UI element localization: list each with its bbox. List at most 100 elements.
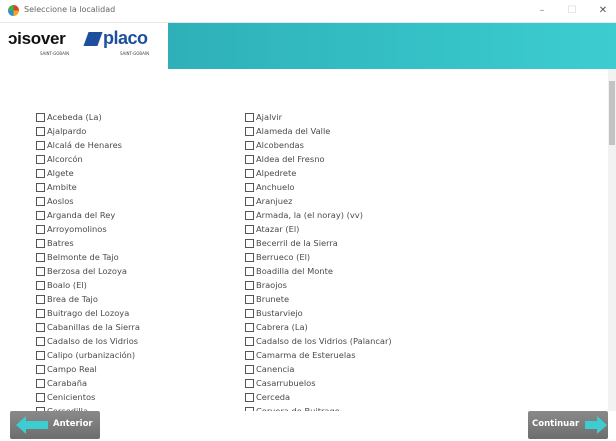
continue-button[interactable]: Continuar <box>528 411 608 439</box>
locality-option[interactable]: Acebeda (La) <box>36 110 241 124</box>
locality-checkbox[interactable] <box>245 196 254 206</box>
locality-option[interactable]: Boadilla del Monte <box>245 264 475 278</box>
locality-checkbox[interactable] <box>245 168 254 178</box>
locality-option[interactable]: Carabaña <box>36 376 241 390</box>
locality-checkbox[interactable] <box>245 308 254 318</box>
locality-option[interactable]: Atazar (El) <box>245 222 475 236</box>
locality-checkbox[interactable] <box>245 182 254 192</box>
locality-option[interactable]: Batres <box>36 236 241 250</box>
locality-option[interactable]: Calipo (urbanización) <box>36 348 241 362</box>
locality-checkbox[interactable] <box>36 266 45 276</box>
locality-option[interactable]: Canencia <box>245 362 475 376</box>
locality-option[interactable]: Casarrubuelos <box>245 376 475 390</box>
locality-option[interactable]: Ajalvir <box>245 110 475 124</box>
locality-checkbox[interactable] <box>245 266 254 276</box>
locality-checkbox[interactable] <box>245 112 254 122</box>
locality-checkbox[interactable] <box>36 168 45 178</box>
locality-checkbox[interactable] <box>36 182 45 192</box>
locality-label: Cadalso de los Vidrios (Palancar) <box>256 336 392 346</box>
locality-option[interactable]: Alpedrete <box>245 166 475 180</box>
locality-checkbox[interactable] <box>245 280 254 290</box>
locality-checkbox[interactable] <box>36 154 45 164</box>
vertical-scrollbar[interactable] <box>608 69 616 411</box>
locality-checkbox[interactable] <box>245 378 254 388</box>
locality-option[interactable]: Boalo (El) <box>36 278 241 292</box>
brand-logos: ɔisover SAINT-GOBAIN placo SAINT-GOBAIN <box>0 23 168 69</box>
locality-checkbox[interactable] <box>245 294 254 304</box>
locality-checkbox[interactable] <box>245 392 254 402</box>
locality-checkbox[interactable] <box>245 238 254 248</box>
minimize-button[interactable]: – <box>527 2 557 20</box>
locality-option[interactable]: Brea de Tajo <box>36 292 241 306</box>
locality-checkbox[interactable] <box>36 280 45 290</box>
locality-checkbox[interactable] <box>36 112 45 122</box>
locality-checkbox[interactable] <box>245 252 254 262</box>
locality-checkbox[interactable] <box>36 294 45 304</box>
locality-checkbox[interactable] <box>36 210 45 220</box>
locality-checkbox[interactable] <box>245 224 254 234</box>
locality-label: Ajalpardo <box>47 126 87 136</box>
locality-checkbox[interactable] <box>245 336 254 346</box>
locality-option[interactable]: Becerril de la Sierra <box>245 236 475 250</box>
locality-option[interactable]: Arroyomolinos <box>36 222 241 236</box>
locality-option[interactable]: Anchuelo <box>245 180 475 194</box>
locality-checkbox[interactable] <box>36 392 45 402</box>
locality-checkbox[interactable] <box>36 140 45 150</box>
locality-label: Aranjuez <box>256 196 293 206</box>
locality-checkbox[interactable] <box>36 378 45 388</box>
locality-checkbox[interactable] <box>245 126 254 136</box>
locality-option[interactable]: Algete <box>36 166 241 180</box>
locality-option[interactable]: Alcorcón <box>36 152 241 166</box>
locality-checkbox[interactable] <box>36 364 45 374</box>
locality-checkbox[interactable] <box>36 308 45 318</box>
locality-checkbox[interactable] <box>36 196 45 206</box>
locality-option[interactable]: Arganda del Rey <box>36 208 241 222</box>
locality-checkbox[interactable] <box>36 336 45 346</box>
locality-option[interactable]: Camarma de Esteruelas <box>245 348 475 362</box>
locality-option[interactable]: Cadalso de los Vidrios (Palancar) <box>245 334 475 348</box>
locality-option[interactable]: Berrueco (El) <box>245 250 475 264</box>
locality-option[interactable]: Cervera de Buitrago <box>245 404 475 411</box>
locality-checkbox[interactable] <box>36 322 45 332</box>
locality-checkbox[interactable] <box>36 224 45 234</box>
locality-option[interactable]: Alameda del Valle <box>245 124 475 138</box>
locality-checkbox[interactable] <box>36 350 45 360</box>
locality-option[interactable]: Alcobendas <box>245 138 475 152</box>
locality-label: Campo Real <box>47 364 97 374</box>
locality-checkbox[interactable] <box>36 238 45 248</box>
locality-option[interactable]: Buitrago del Lozoya <box>36 306 241 320</box>
locality-checkbox[interactable] <box>245 154 254 164</box>
locality-option[interactable]: Armada, la (el noray) (vv) <box>245 208 475 222</box>
locality-option[interactable]: Cenicientos <box>36 390 241 404</box>
locality-checkbox[interactable] <box>245 322 254 332</box>
close-button[interactable]: ✕ <box>588 2 616 20</box>
locality-option[interactable]: Aranjuez <box>245 194 475 208</box>
locality-option[interactable]: Ajalpardo <box>36 124 241 138</box>
locality-option[interactable]: Bustarviejo <box>245 306 475 320</box>
locality-option[interactable]: Belmonte de Tajo <box>36 250 241 264</box>
locality-option[interactable]: Cadalso de los Vidrios <box>36 334 241 348</box>
locality-option[interactable]: Cercedilla <box>36 404 241 411</box>
locality-option[interactable]: Braojos <box>245 278 475 292</box>
locality-label: Carabaña <box>47 378 88 388</box>
maximize-button[interactable]: ☐ <box>557 2 587 20</box>
scrollbar-thumb[interactable] <box>609 81 615 145</box>
locality-option[interactable]: Cabanillas de la Sierra <box>36 320 241 334</box>
back-button[interactable]: Anterior <box>10 411 100 439</box>
locality-checkbox[interactable] <box>36 252 45 262</box>
locality-option[interactable]: Alcalá de Henares <box>36 138 241 152</box>
locality-label: Armada, la (el noray) (vv) <box>256 210 363 220</box>
locality-option[interactable]: Aoslos <box>36 194 241 208</box>
locality-option[interactable]: Ambite <box>36 180 241 194</box>
locality-option[interactable]: Brunete <box>245 292 475 306</box>
locality-checkbox[interactable] <box>245 140 254 150</box>
locality-option[interactable]: Cabrera (La) <box>245 320 475 334</box>
locality-checkbox[interactable] <box>245 364 254 374</box>
locality-option[interactable]: Aldea del Fresno <box>245 152 475 166</box>
locality-option[interactable]: Campo Real <box>36 362 241 376</box>
locality-checkbox[interactable] <box>36 126 45 136</box>
locality-checkbox[interactable] <box>245 210 254 220</box>
locality-option[interactable]: Berzosa del Lozoya <box>36 264 241 278</box>
locality-option[interactable]: Cerceda <box>245 390 475 404</box>
locality-checkbox[interactable] <box>245 350 254 360</box>
